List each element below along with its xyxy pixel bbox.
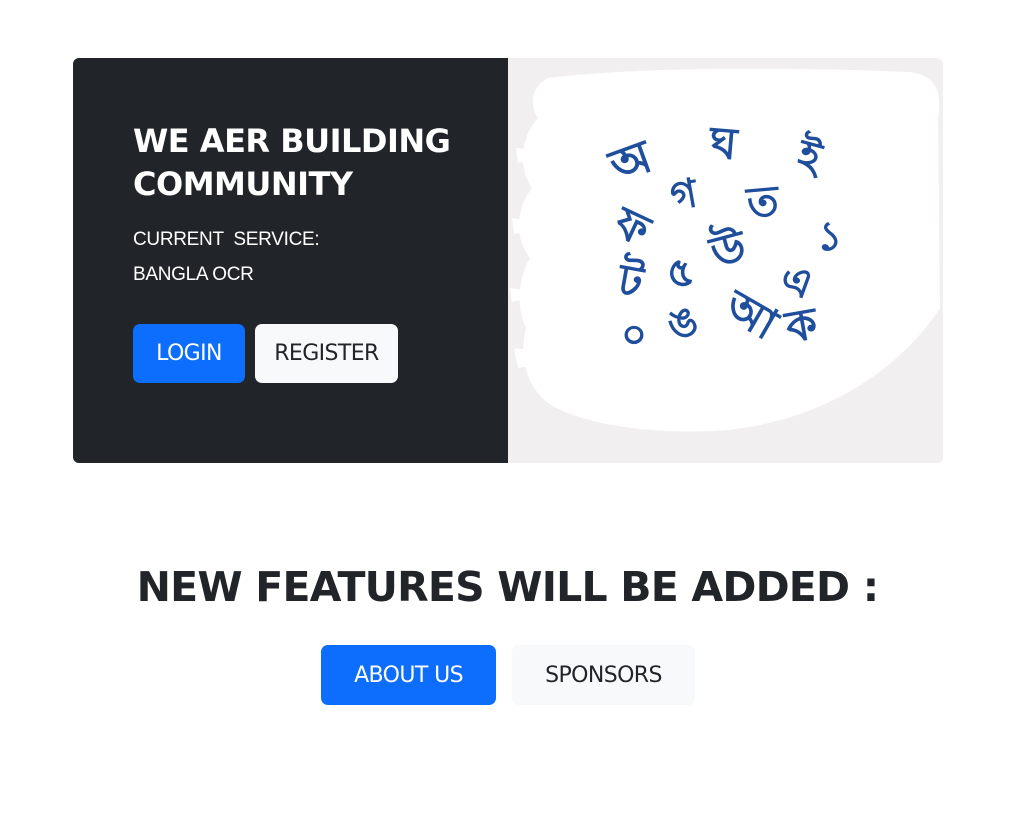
current-service-label: CURRENT SERVICE: [133, 229, 320, 250]
hero-title-line1: WE AER BUILDING [133, 122, 451, 160]
hero-title: WE AER BUILDING COMMUNITY [133, 120, 451, 206]
hero-title-line2: COMMUNITY [133, 165, 353, 203]
hero-banner: WE AER BUILDING COMMUNITY CURRENT SERVIC… [73, 58, 943, 463]
current-service-name: BANGLA OCR [133, 264, 254, 285]
features-title: NEW FEATURES WILL BE ADDED : [136, 563, 879, 611]
bangla-letter: ০ [621, 312, 647, 358]
register-button[interactable]: REGISTER [255, 324, 398, 383]
hero-image: অঘইগফত১উট৫এ০ঙআক [508, 58, 943, 463]
bangla-letter: ত [743, 176, 782, 228]
about-us-button[interactable]: ABOUT US [321, 645, 496, 705]
sponsors-button[interactable]: SPONSORS [512, 645, 695, 705]
hero-text-panel: WE AER BUILDING COMMUNITY CURRENT SERVIC… [73, 58, 508, 463]
bangla-letters-illustration: অ ঘ ইগফ ত১উট ৫ এ০ ঙ আক [510, 68, 940, 432]
login-button[interactable]: LOGIN [133, 324, 245, 383]
